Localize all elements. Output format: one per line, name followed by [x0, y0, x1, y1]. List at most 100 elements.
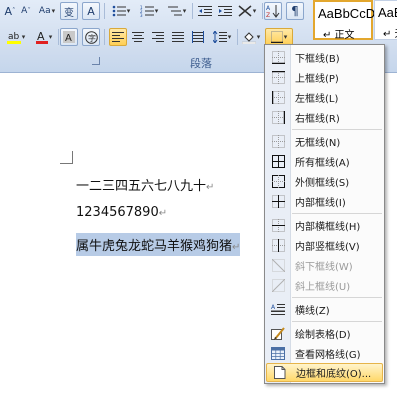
align-right-button[interactable]	[149, 28, 167, 46]
font-color-icon: A	[35, 30, 48, 44]
svg-text:A: A	[266, 5, 271, 12]
menu-separator	[292, 129, 382, 130]
inside-borders-icon	[271, 195, 285, 208]
highlighter-icon: ab	[6, 32, 21, 44]
style-preview: AaBbCcD	[318, 6, 376, 21]
menu-item-label: 查看网格线(G)	[295, 350, 361, 361]
svg-text:A: A	[271, 304, 276, 311]
menu-item-horizontal-line[interactable]: A 横线(Z)	[266, 300, 383, 319]
align-left-icon	[112, 32, 124, 42]
sort-button[interactable]: AZ	[264, 2, 282, 20]
style-no-spacing-tile[interactable]: AaB ↵ 无	[374, 0, 397, 40]
horizontal-line-icon: A	[271, 304, 285, 315]
svg-text:Z: Z	[266, 12, 270, 18]
top-border-icon	[271, 71, 285, 84]
menu-item-all-borders[interactable]: 所有框线(A)	[266, 152, 383, 171]
bottom-border-icon	[271, 51, 285, 64]
separator	[104, 29, 105, 45]
style-preview: AaB	[378, 5, 397, 20]
character-border-button[interactable]: A	[82, 2, 100, 20]
align-center-button[interactable]	[129, 28, 147, 46]
style-normal-tile[interactable]: AaBbCcD ↵ 正文	[313, 0, 376, 41]
decrease-indent-icon	[198, 6, 212, 16]
pilcrow-icon: ¶	[291, 4, 299, 18]
align-right-icon	[152, 32, 164, 42]
grow-font-button[interactable]: Aˆ	[2, 2, 18, 20]
align-center-icon	[132, 32, 144, 42]
separator	[192, 3, 193, 19]
separator	[262, 3, 263, 19]
phonetic-guide-button[interactable]: 变	[60, 2, 78, 20]
line-1-text: 一二三四五六七八九十	[76, 179, 207, 194]
document-line-1[interactable]: 一二三四五六七八九十↵	[76, 175, 214, 194]
menu-item-label: 无框线(N)	[295, 138, 341, 149]
menu-item-label: 上框线(P)	[295, 74, 339, 85]
show-formatting-marks-button[interactable]: ¶	[286, 2, 304, 20]
menu-item-bottom-border[interactable]: 下框线(B)	[266, 48, 383, 67]
font-color-button[interactable]: A ▾	[32, 28, 56, 46]
menu-item-borders-and-shading[interactable]: 边框和底纹(O)...	[266, 363, 383, 382]
menu-item-label: 左框线(L)	[295, 94, 339, 105]
style-gallery: AaBbCcD ↵ 正文 AaB ↵ 无	[313, 0, 397, 42]
menu-item-no-border[interactable]: 无框线(N)	[266, 132, 383, 151]
right-border-icon	[271, 111, 285, 124]
font-dialog-launcher[interactable]	[92, 57, 100, 65]
distributed-button[interactable]	[189, 28, 207, 46]
menu-item-left-border[interactable]: 左框线(L)	[266, 88, 383, 107]
align-left-button[interactable]	[109, 28, 127, 46]
numbering-button[interactable]: 1 2 3 ▾	[136, 2, 162, 20]
character-shading-button[interactable]: A	[60, 28, 78, 46]
bullets-icon	[112, 5, 126, 17]
diagonal-down-border-icon	[271, 259, 285, 272]
menu-item-top-border[interactable]: 上框线(P)	[266, 68, 383, 87]
justify-icon	[172, 32, 184, 42]
diagonal-up-border-icon	[271, 279, 285, 292]
sort-icon: AZ	[266, 5, 280, 18]
paint-bucket-icon	[241, 31, 256, 44]
menu-item-outside-borders[interactable]: 外侧框线(S)	[266, 172, 383, 191]
phonetic-guide-label: 变	[64, 7, 74, 19]
bullets-button[interactable]: ▾	[108, 2, 134, 20]
paragraph-mark: ↵	[232, 242, 241, 253]
menu-item-label: 横线(Z)	[295, 306, 330, 317]
grow-font-label: A	[4, 4, 13, 18]
menu-item-inside-vertical-border[interactable]: 内部竖框线(V)	[266, 236, 383, 255]
menu-item-label: 内部框线(I)	[295, 198, 346, 209]
multilevel-list-button[interactable]: ▾	[164, 2, 190, 20]
menu-item-inside-horizontal-border[interactable]: 内部横框线(H)	[266, 216, 383, 235]
borders-and-shading-icon	[273, 366, 285, 379]
menu-item-label: 右框线(R)	[295, 114, 340, 125]
menu-item-label: 边框和底纹(O)...	[296, 369, 372, 380]
document-line-2[interactable]: 1234567890↵	[76, 205, 167, 220]
menu-item-draw-table[interactable]: 绘制表格(D)	[266, 324, 383, 343]
paragraph-group-label: 段落	[190, 57, 212, 70]
change-case-button[interactable]: Aa ▾	[36, 2, 58, 20]
enclose-characters-button[interactable]: 字	[82, 28, 100, 46]
distributed-icon	[192, 31, 204, 43]
style-name: ↵ 正文	[323, 30, 355, 41]
enclose-characters-icon: 字	[84, 30, 98, 44]
character-border-label: A	[87, 4, 95, 18]
increase-indent-icon	[218, 6, 232, 16]
justify-button[interactable]	[169, 28, 187, 46]
shrink-font-button[interactable]: Aˇ	[18, 2, 34, 20]
decrease-indent-button[interactable]	[196, 2, 214, 20]
inside-vertical-border-icon	[271, 239, 285, 252]
asian-layout-button[interactable]: ▾	[236, 2, 258, 20]
line-spacing-button[interactable]: ▾	[209, 28, 235, 46]
menu-item-label: 斜上框线(U)	[295, 282, 351, 293]
document-line-3-selected[interactable]: 属牛虎兔龙蛇马羊猴鸡狗猪↵	[76, 233, 241, 256]
view-gridlines-icon	[271, 347, 285, 360]
menu-item-inside-borders[interactable]: 内部框线(I)	[266, 192, 383, 211]
svg-text:ab: ab	[8, 32, 20, 42]
left-border-icon	[271, 91, 285, 104]
shading-button[interactable]: ▾	[239, 28, 263, 46]
menu-item-right-border[interactable]: 右框线(R)	[266, 108, 383, 127]
separator	[58, 29, 59, 45]
text-highlight-button[interactable]: ab ▾	[2, 28, 30, 46]
menu-item-view-gridlines[interactable]: 查看网格线(G)	[266, 344, 383, 363]
svg-text:3: 3	[140, 13, 143, 17]
inside-horizontal-border-icon	[271, 219, 285, 232]
increase-indent-button[interactable]	[216, 2, 234, 20]
margin-corner-mark	[60, 151, 73, 164]
